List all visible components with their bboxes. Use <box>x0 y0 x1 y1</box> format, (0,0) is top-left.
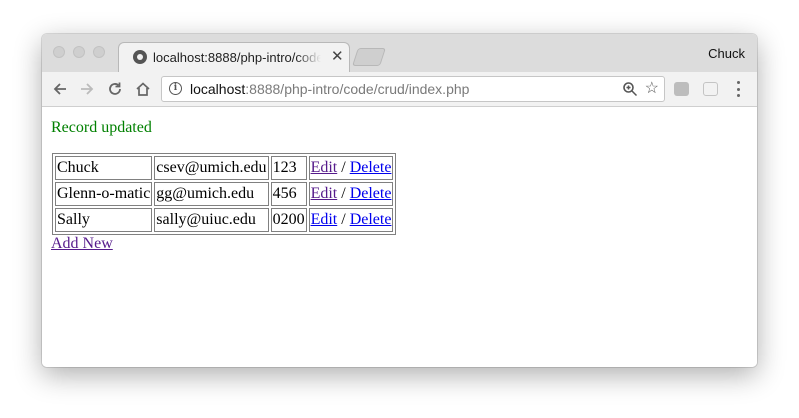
extension-icon[interactable] <box>674 82 689 96</box>
reload-icon[interactable] <box>104 78 126 100</box>
password-cell: 0200 <box>270 208 307 232</box>
actions-cell: Edit / Delete <box>308 208 394 232</box>
profile-name[interactable]: Chuck <box>708 46 745 61</box>
star-icon[interactable]: ☆ <box>645 80 659 98</box>
name-cell: Sally <box>55 208 153 232</box>
address-bar[interactable]: i localhost:8888/php-intro/code/crud/ind… <box>161 76 665 102</box>
flash-message: Record updated <box>51 119 152 136</box>
actions-cell: Edit / Delete <box>308 182 394 206</box>
add-new-link[interactable]: Add New <box>51 235 113 253</box>
close-icon[interactable]: ✕ <box>331 47 344 67</box>
forward-arrow-icon[interactable] <box>76 78 98 100</box>
table-row: Glenn-o-matic gg@umich.edu 456 Edit / De… <box>55 182 394 206</box>
password-cell: 123 <box>270 156 307 180</box>
records-table: Chuck csev@umich.edu 123 Edit / Delete G… <box>52 153 397 235</box>
close-window-button[interactable] <box>53 46 65 58</box>
edit-link[interactable]: Edit <box>311 159 338 176</box>
url-path: :8888/php-intro/code/crud/index.php <box>245 81 470 97</box>
back-arrow-icon[interactable] <box>49 78 71 100</box>
edit-link[interactable]: Edit <box>311 185 338 202</box>
email-cell: sally@uiuc.edu <box>154 208 269 232</box>
separator: / <box>341 159 346 176</box>
url-text[interactable]: localhost:8888/php-intro/code/crud/index… <box>190 81 469 97</box>
tab-active[interactable]: localhost:8888/php-intro/code/crud/index… <box>118 42 350 72</box>
new-tab-button[interactable] <box>352 48 386 66</box>
url-host: localhost <box>190 81 246 97</box>
tab-strip: localhost:8888/php-intro/code/crud/index… <box>42 34 757 72</box>
edit-link[interactable]: Edit <box>311 211 338 228</box>
kebab-menu-icon[interactable] <box>735 80 741 98</box>
zoom-icon[interactable] <box>622 81 638 102</box>
extension-icon-secondary[interactable] <box>703 82 718 96</box>
browser-window: localhost:8888/php-intro/code/crud/index… <box>42 34 757 367</box>
name-cell: Glenn-o-matic <box>55 182 153 206</box>
delete-link[interactable]: Delete <box>350 159 392 176</box>
table-row: Sally sally@uiuc.edu 0200 Edit / Delete <box>55 208 394 232</box>
name-cell: Chuck <box>55 156 153 180</box>
password-cell: 456 <box>270 182 307 206</box>
tab-title: localhost:8888/php-intro/code/crud/index… <box>153 50 321 65</box>
delete-link[interactable]: Delete <box>350 211 392 228</box>
delete-link[interactable]: Delete <box>350 185 392 202</box>
home-icon[interactable] <box>132 78 154 100</box>
info-icon[interactable]: i <box>169 82 182 95</box>
favicon-icon <box>133 50 147 64</box>
minimize-window-button[interactable] <box>73 46 85 58</box>
browser-toolbar: i localhost:8888/php-intro/code/crud/ind… <box>42 72 757 107</box>
actions-cell: Edit / Delete <box>308 156 394 180</box>
email-cell: csev@umich.edu <box>154 156 269 180</box>
separator: / <box>341 211 346 228</box>
page-content: Record updated Chuck csev@umich.edu 123 … <box>42 107 757 367</box>
maximize-window-button[interactable] <box>93 46 105 58</box>
separator: / <box>341 185 346 202</box>
email-cell: gg@umich.edu <box>154 182 269 206</box>
table-row: Chuck csev@umich.edu 123 Edit / Delete <box>55 156 394 180</box>
